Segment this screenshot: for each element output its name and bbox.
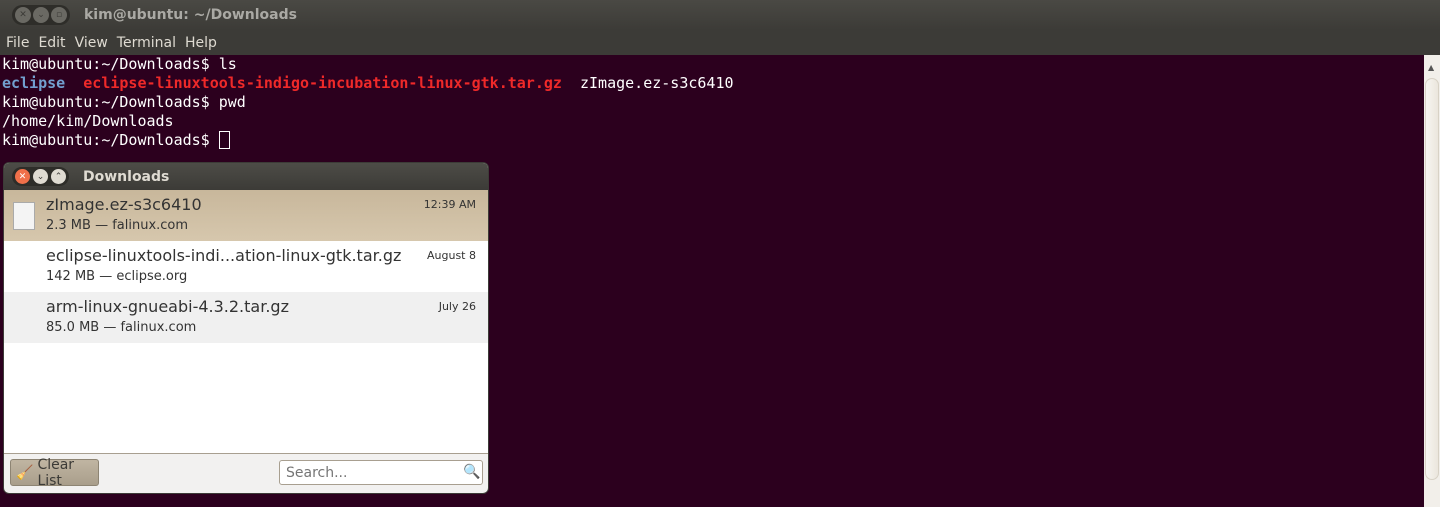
prompt: kim@ubuntu:~/Downloads$ [2,131,219,149]
clear-list-label: Clear List [37,456,75,489]
list-item[interactable]: eclipse-linuxtools-indi...ation-linux-gt… [4,241,488,292]
list-item[interactable]: arm-linux-gnueabi-4.3.2.tar.gz 85.0 MB —… [4,292,488,343]
file-name: arm-linux-gnueabi-4.3.2.tar.gz [46,297,289,316]
command: pwd [218,93,246,111]
downloads-list: zImage.ez-s3c6410 2.3 MB — falinux.com 1… [4,190,488,454]
terminal-output[interactable]: kim@ubuntu:~/Downloads$ ls eclipse eclips… [2,55,734,150]
prompt: kim@ubuntu:~/Downloads$ [2,55,219,73]
ls-entry-dir: eclipse [2,74,66,92]
file-name: eclipse-linuxtools-indi...ation-linux-gt… [46,246,402,265]
cursor [218,131,230,149]
menu-help[interactable]: Help [185,35,217,51]
maximize-button[interactable]: ▫ [51,7,67,23]
prompt: kim@ubuntu:~/Downloads$ [2,93,219,111]
close-button[interactable]: ✕ [15,169,30,184]
file-icon [13,202,35,230]
menu-view[interactable]: View [75,35,108,51]
file-time: 12:39 AM [423,198,476,211]
file-meta: 2.3 MB — falinux.com [46,218,189,233]
search-icon[interactable]: 🔍 [463,464,480,480]
command: ls [218,55,237,73]
menu-edit[interactable]: Edit [38,35,65,51]
downloads-titlebar: ✕ ⌄ ⌃ Downloads [4,163,488,190]
broom-icon: 🧹 [16,464,34,481]
minimize-button[interactable]: ⌄ [33,169,48,184]
menu-file[interactable]: File [6,35,29,51]
downloads-window: ✕ ⌄ ⌃ Downloads zImage.ez-s3c6410 2.3 MB… [3,162,489,494]
list-item[interactable]: zImage.ez-s3c6410 2.3 MB — falinux.com 1… [4,190,488,241]
scroll-up-arrow-icon[interactable]: ▲ [1428,63,1434,72]
ls-entry-archive: eclipse-linuxtools-indigo-incubation-lin… [83,74,562,92]
ls-entry-file: zImage.ez-s3c6410 [579,74,734,92]
minimize-button[interactable]: ⌄ [33,7,49,23]
file-time: July 26 [438,300,476,313]
close-button[interactable]: ✕ [15,7,31,23]
file-time: August 8 [427,249,476,262]
file-name: zImage.ez-s3c6410 [46,195,202,214]
clear-list-button[interactable]: 🧹 Clear List [10,456,99,489]
menu-terminal[interactable]: Terminal [117,35,176,51]
scrollbar-thumb[interactable] [1425,78,1439,480]
pwd-output: /home/kim/Downloads [2,112,174,130]
file-meta: 142 MB — eclipse.org [46,269,188,284]
downloads-title: Downloads [83,168,170,185]
maximize-button[interactable]: ⌃ [51,169,66,184]
scrollbar[interactable]: ▲ [1424,55,1440,507]
window-title: kim@ubuntu: ~/Downloads [84,7,297,23]
window-titlebar: ✕ ⌄ ▫ kim@ubuntu: ~/Downloads [0,0,1440,30]
search-input[interactable] [279,460,483,485]
file-meta: 85.0 MB — falinux.com [46,320,197,335]
downloads-footer: 🧹Clear List 🔍 [4,454,488,493]
menubar: File Edit View Terminal Help [0,30,1440,55]
